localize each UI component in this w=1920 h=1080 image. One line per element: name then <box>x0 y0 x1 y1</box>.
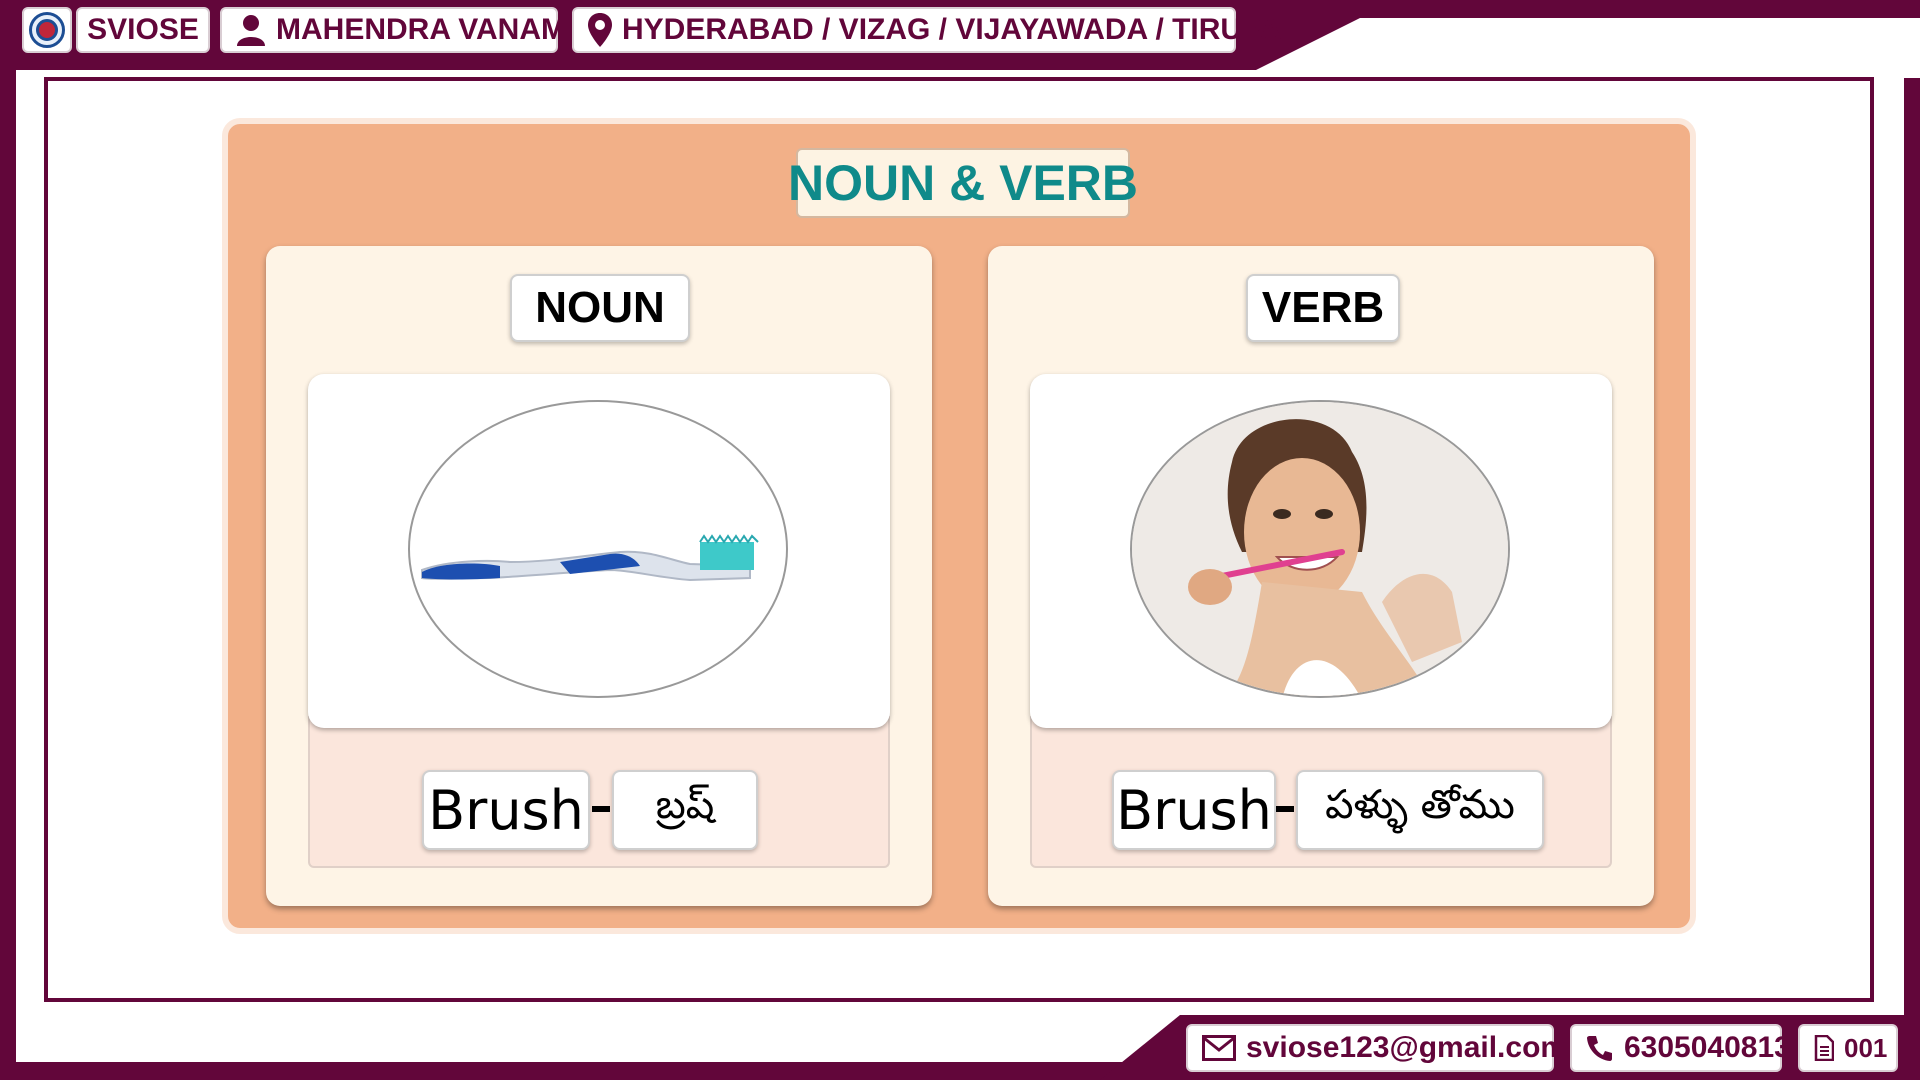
noun-image-card <box>308 374 890 728</box>
verb-dash <box>1276 806 1294 812</box>
document-icon <box>1814 1035 1834 1061</box>
location-pin-icon <box>588 13 612 47</box>
slide-title: NOUN & VERB <box>788 148 1138 218</box>
logo-badge <box>22 7 72 53</box>
noun-caption-area: Brush బ్రష్ <box>308 716 890 868</box>
verb-label: VERB <box>1246 274 1400 342</box>
locations-text: HYDERABAD / VIZAG / VIJAYAWADA / TIRUPAT… <box>622 13 1306 46</box>
brand-badge: SVIOSE <box>76 7 210 53</box>
sviose-logo-icon <box>29 12 65 48</box>
presenter-name: MAHENDRA VANAM <box>276 13 566 46</box>
phone-badge[interactable]: 6305040813 <box>1570 1024 1791 1072</box>
noun-label: NOUN <box>510 274 690 342</box>
locations-badge: HYDERABAD / VIZAG / VIJAYAWADA / TIRUPAT… <box>572 7 1306 53</box>
noun-panel: NOUN Brush బ్రష్ <box>266 246 932 906</box>
page-number: 001 <box>1844 1032 1888 1063</box>
phone-icon <box>1586 1034 1614 1062</box>
email-badge[interactable]: sviose123@gmail.com <box>1186 1024 1567 1072</box>
verb-telugu-word: పళ్ళు తోము <box>1296 770 1544 850</box>
verb-panel: VERB Brush పళ్ళు తోము <box>988 246 1654 906</box>
presenter-badge: MAHENDRA VANAM <box>220 7 566 53</box>
brand-name: SVIOSE <box>87 13 199 46</box>
noun-english-word: Brush <box>422 770 590 850</box>
verb-caption-area: Brush పళ్ళు తోము <box>1030 716 1612 868</box>
mail-icon <box>1202 1035 1236 1061</box>
noun-dash <box>592 806 610 812</box>
noun-telugu-word: బ్రష్ <box>612 770 758 850</box>
header-notch <box>1240 18 1920 78</box>
woman-brushing-teeth-image <box>1130 400 1510 698</box>
email-text[interactable]: sviose123@gmail.com <box>1246 1031 1567 1065</box>
user-icon <box>236 14 266 46</box>
verb-image-card <box>1030 374 1612 728</box>
page-number-badge: 001 <box>1798 1024 1898 1072</box>
verb-english-word: Brush <box>1112 770 1276 850</box>
toothbrush-image <box>408 400 788 698</box>
phone-text[interactable]: 6305040813 <box>1624 1031 1791 1065</box>
